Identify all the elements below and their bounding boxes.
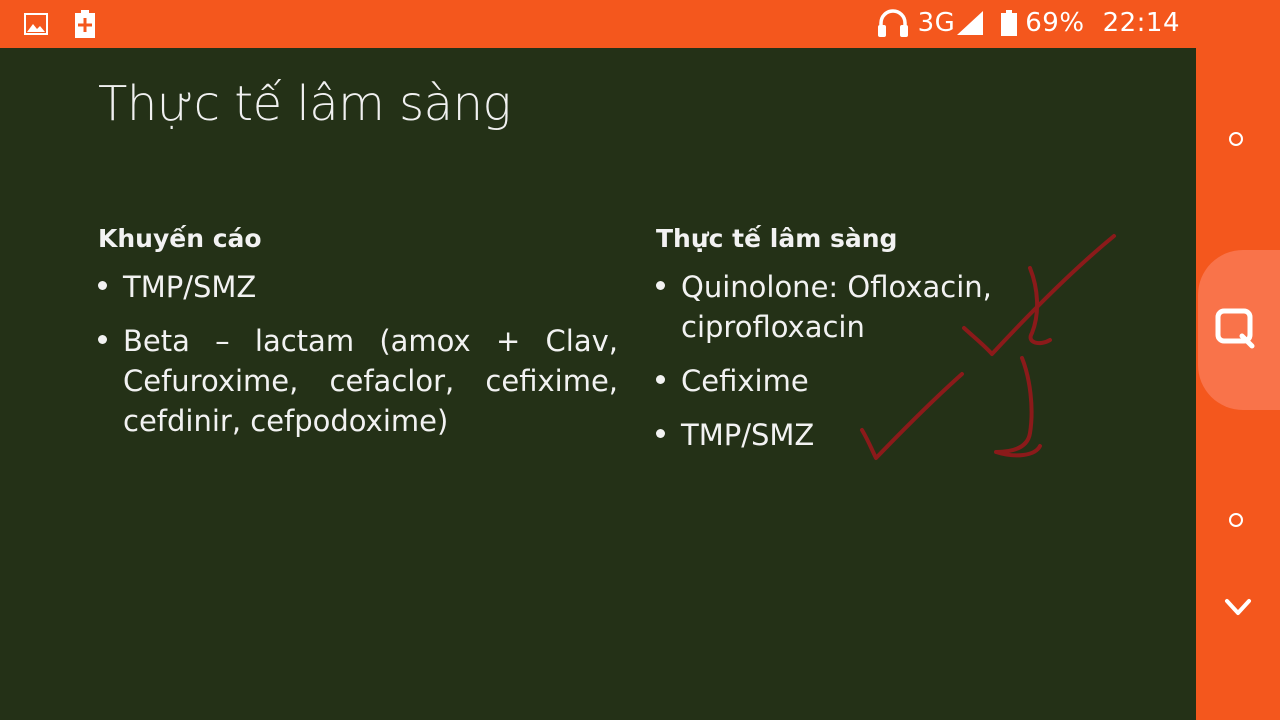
signal-icon — [957, 11, 984, 35]
recommendation-column: Khuyến cáo TMP/SMZ Beta – lactam (amox +… — [98, 224, 618, 455]
bullet-list: Quinolone: Ofloxacin, ciprofloxacin Cefi… — [656, 267, 1036, 455]
clock: 22:14 — [1102, 8, 1180, 38]
bullet-dot — [98, 281, 107, 290]
bullet-dot — [98, 335, 107, 344]
list-item: TMP/SMZ — [98, 267, 618, 307]
list-item-text: Quinolone: Ofloxacin, ciprofloxacin — [681, 270, 992, 344]
network-type: 3G — [917, 8, 956, 38]
battery-percent: 69% — [1025, 8, 1085, 38]
list-item: Cefixime — [656, 361, 1036, 401]
list-item-text: Cefixime — [681, 364, 809, 398]
slide-title: Thực tế lâm sàng — [98, 76, 511, 132]
bullet-dot — [656, 281, 665, 290]
list-item-text: Beta – lactam (amox + Clav, Cefuroxime, … — [123, 324, 618, 438]
headset-icon — [876, 8, 910, 38]
column-heading: Thực tế lâm sàng — [656, 224, 898, 253]
search-icon — [1215, 308, 1255, 349]
list-item: TMP/SMZ — [656, 415, 1036, 455]
bullet-dot — [656, 375, 665, 384]
chevron-down-icon[interactable] — [1224, 597, 1252, 623]
column-heading: Khuyến cáo — [98, 224, 262, 253]
list-item: Beta – lactam (amox + Clav, Cefuroxime, … — [98, 321, 618, 441]
list-item: Quinolone: Ofloxacin, ciprofloxacin — [656, 267, 1036, 347]
battery-icon — [1001, 10, 1018, 36]
bullet-list: TMP/SMZ Beta – lactam (amox + Clav, Cefu… — [98, 267, 618, 441]
gallery-icon — [24, 13, 48, 39]
circle-icon[interactable] — [1229, 513, 1243, 527]
list-item-text: TMP/SMZ — [681, 418, 815, 452]
status-bar: 3G 69% 22:14 — [0, 0, 1196, 48]
circle-icon[interactable] — [1229, 132, 1243, 146]
slide: Thực tế lâm sàng Khuyến cáo TMP/SMZ Beta… — [0, 48, 1196, 720]
battery-saver-icon — [74, 10, 96, 42]
list-item-text: TMP/SMZ — [123, 270, 257, 304]
search-button[interactable] — [1198, 250, 1280, 410]
clinical-practice-column: Thực tế lâm sàng Quinolone: Ofloxacin, c… — [656, 224, 1036, 469]
bullet-dot — [656, 429, 665, 438]
